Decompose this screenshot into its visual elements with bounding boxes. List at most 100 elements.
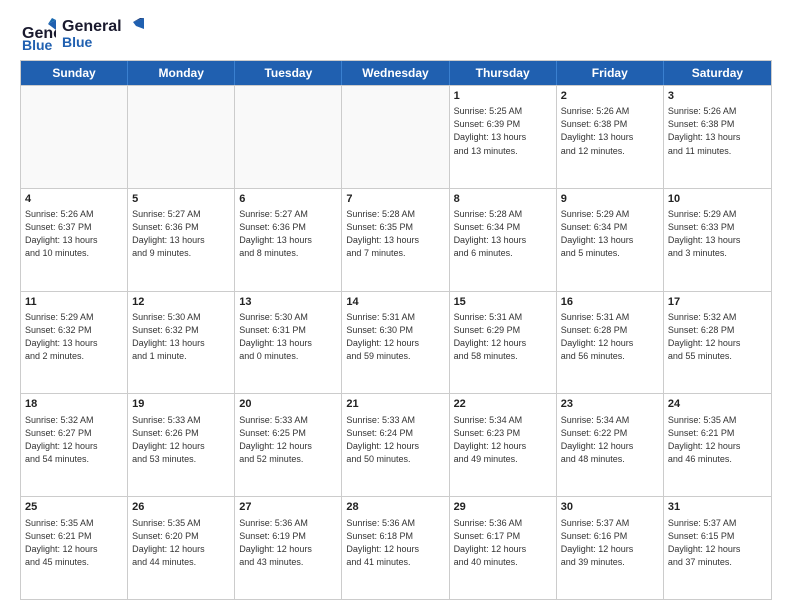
day-cell-24: 24 Sunrise: 5:35 AM Sunset: 6:21 PM Dayli…	[664, 394, 771, 496]
day-cell-17: 17Sunrise: 5:32 AM Sunset: 6:28 PM Dayli…	[664, 292, 771, 394]
cell-info: Sunrise: 5:35 AM Sunset: 6:20 PM Dayligh…	[132, 517, 230, 569]
empty-cell	[128, 86, 235, 188]
day-number: 24	[668, 397, 767, 412]
day-cell-1: 1Sunrise: 5:25 AM Sunset: 6:39 PM Daylig…	[450, 86, 557, 188]
cell-info: Sunrise: 5:36 AM Sunset: 6:18 PM Dayligh…	[346, 517, 444, 569]
day-number: 29	[454, 500, 552, 515]
cell-info: Sunrise: 5:34 AM Sunset: 6:22 PM Dayligh…	[561, 414, 659, 466]
cell-info: Sunrise: 5:31 AM Sunset: 6:29 PM Dayligh…	[454, 311, 552, 363]
day-number: 13	[239, 295, 337, 310]
day-cell-19: 19Sunrise: 5:33 AM Sunset: 6:26 PM Dayli…	[128, 394, 235, 496]
day-number: 5	[132, 192, 230, 207]
day-number: 19	[132, 397, 230, 412]
day-cell-29: 29 Sunrise: 5:36 AM Sunset: 6:17 PM Dayli…	[450, 497, 557, 599]
weekday-header-thursday: Thursday	[450, 61, 557, 85]
cell-info: Sunrise: 5:35 AM Sunset: 6:21 PM Dayligh…	[668, 414, 767, 466]
day-number: 31	[668, 500, 767, 515]
day-cell-20: 20 Sunrise: 5:33 AM Sunset: 6:25 PM Dayli…	[235, 394, 342, 496]
cell-info: Sunrise: 5:36 AM Sunset: 6:19 PM Dayligh…	[239, 517, 337, 569]
cell-info: Sunrise: 5:27 AM Sunset: 6:36 PM Dayligh…	[239, 208, 337, 260]
weekday-header-sunday: Sunday	[21, 61, 128, 85]
cell-info: Sunrise: 5:35 AM Sunset: 6:21 PM Dayligh…	[25, 517, 123, 569]
day-number: 30	[561, 500, 659, 515]
day-cell-25: 25 Sunrise: 5:35 AM Sunset: 6:21 PM Dayli…	[21, 497, 128, 599]
cell-info: Sunrise: 5:31 AM Sunset: 6:28 PM Dayligh…	[561, 311, 659, 363]
week-row-5: 25 Sunrise: 5:35 AM Sunset: 6:21 PM Dayli…	[21, 496, 771, 599]
day-number: 21	[346, 397, 444, 412]
cell-info: Sunrise: 5:36 AM Sunset: 6:17 PM Dayligh…	[454, 517, 552, 569]
weekday-header-monday: Monday	[128, 61, 235, 85]
day-cell-5: 5Sunrise: 5:27 AM Sunset: 6:36 PM Daylig…	[128, 189, 235, 291]
day-number: 4	[25, 192, 123, 207]
calendar-header: SundayMondayTuesdayWednesdayThursdayFrid…	[21, 61, 771, 85]
day-number: 27	[239, 500, 337, 515]
empty-cell	[235, 86, 342, 188]
day-cell-4: 4Sunrise: 5:26 AM Sunset: 6:37 PM Daylig…	[21, 189, 128, 291]
empty-cell	[21, 86, 128, 188]
day-cell-23: 23 Sunrise: 5:34 AM Sunset: 6:22 PM Dayli…	[557, 394, 664, 496]
cell-info: Sunrise: 5:37 AM Sunset: 6:15 PM Dayligh…	[668, 517, 767, 569]
cell-info: Sunrise: 5:33 AM Sunset: 6:24 PM Dayligh…	[346, 414, 444, 466]
calendar-body: 1Sunrise: 5:25 AM Sunset: 6:39 PM Daylig…	[21, 85, 771, 599]
week-row-1: 1Sunrise: 5:25 AM Sunset: 6:39 PM Daylig…	[21, 85, 771, 188]
cell-info: Sunrise: 5:26 AM Sunset: 6:37 PM Dayligh…	[25, 208, 123, 260]
logo-blue: Blue	[62, 35, 122, 50]
day-number: 26	[132, 500, 230, 515]
logo-general: General	[62, 18, 122, 36]
weekday-header-wednesday: Wednesday	[342, 61, 449, 85]
day-number: 2	[561, 89, 659, 104]
svg-text:Blue: Blue	[22, 37, 53, 52]
day-cell-6: 6Sunrise: 5:27 AM Sunset: 6:36 PM Daylig…	[235, 189, 342, 291]
day-number: 20	[239, 397, 337, 412]
page: General Blue General Blue Sun	[0, 0, 792, 612]
day-cell-12: 12Sunrise: 5:30 AM Sunset: 6:32 PM Dayli…	[128, 292, 235, 394]
cell-info: Sunrise: 5:26 AM Sunset: 6:38 PM Dayligh…	[668, 105, 767, 157]
cell-info: Sunrise: 5:27 AM Sunset: 6:36 PM Dayligh…	[132, 208, 230, 260]
day-cell-10: 10Sunrise: 5:29 AM Sunset: 6:33 PM Dayli…	[664, 189, 771, 291]
logo-bird-icon	[122, 18, 144, 40]
day-number: 23	[561, 397, 659, 412]
weekday-header-saturday: Saturday	[664, 61, 771, 85]
day-number: 18	[25, 397, 123, 412]
cell-info: Sunrise: 5:32 AM Sunset: 6:27 PM Dayligh…	[25, 414, 123, 466]
day-number: 8	[454, 192, 552, 207]
day-number: 22	[454, 397, 552, 412]
cell-info: Sunrise: 5:32 AM Sunset: 6:28 PM Dayligh…	[668, 311, 767, 363]
day-number: 3	[668, 89, 767, 104]
day-cell-27: 27 Sunrise: 5:36 AM Sunset: 6:19 PM Dayli…	[235, 497, 342, 599]
logo-icon: General Blue	[20, 16, 56, 52]
cell-info: Sunrise: 5:28 AM Sunset: 6:34 PM Dayligh…	[454, 208, 552, 260]
cell-info: Sunrise: 5:30 AM Sunset: 6:32 PM Dayligh…	[132, 311, 230, 363]
day-cell-8: 8Sunrise: 5:28 AM Sunset: 6:34 PM Daylig…	[450, 189, 557, 291]
day-number: 7	[346, 192, 444, 207]
day-cell-15: 15Sunrise: 5:31 AM Sunset: 6:29 PM Dayli…	[450, 292, 557, 394]
day-cell-13: 13Sunrise: 5:30 AM Sunset: 6:31 PM Dayli…	[235, 292, 342, 394]
day-number: 10	[668, 192, 767, 207]
calendar: SundayMondayTuesdayWednesdayThursdayFrid…	[20, 60, 772, 600]
cell-info: Sunrise: 5:29 AM Sunset: 6:32 PM Dayligh…	[25, 311, 123, 363]
cell-info: Sunrise: 5:37 AM Sunset: 6:16 PM Dayligh…	[561, 517, 659, 569]
day-cell-7: 7Sunrise: 5:28 AM Sunset: 6:35 PM Daylig…	[342, 189, 449, 291]
day-number: 1	[454, 89, 552, 104]
day-cell-16: 16Sunrise: 5:31 AM Sunset: 6:28 PM Dayli…	[557, 292, 664, 394]
cell-info: Sunrise: 5:30 AM Sunset: 6:31 PM Dayligh…	[239, 311, 337, 363]
day-cell-11: 11Sunrise: 5:29 AM Sunset: 6:32 PM Dayli…	[21, 292, 128, 394]
logo: General Blue General Blue	[20, 16, 144, 52]
day-cell-31: 31 Sunrise: 5:37 AM Sunset: 6:15 PM Dayli…	[664, 497, 771, 599]
cell-info: Sunrise: 5:34 AM Sunset: 6:23 PM Dayligh…	[454, 414, 552, 466]
header: General Blue General Blue	[20, 16, 772, 52]
day-cell-21: 21 Sunrise: 5:33 AM Sunset: 6:24 PM Dayli…	[342, 394, 449, 496]
cell-info: Sunrise: 5:29 AM Sunset: 6:33 PM Dayligh…	[668, 208, 767, 260]
day-cell-3: 3Sunrise: 5:26 AM Sunset: 6:38 PM Daylig…	[664, 86, 771, 188]
day-number: 11	[25, 295, 123, 310]
day-cell-28: 28Sunrise: 5:36 AM Sunset: 6:18 PM Dayli…	[342, 497, 449, 599]
week-row-3: 11Sunrise: 5:29 AM Sunset: 6:32 PM Dayli…	[21, 291, 771, 394]
day-number: 17	[668, 295, 767, 310]
day-number: 25	[25, 500, 123, 515]
day-number: 6	[239, 192, 337, 207]
cell-info: Sunrise: 5:33 AM Sunset: 6:25 PM Dayligh…	[239, 414, 337, 466]
day-number: 9	[561, 192, 659, 207]
day-number: 16	[561, 295, 659, 310]
day-number: 12	[132, 295, 230, 310]
cell-info: Sunrise: 5:25 AM Sunset: 6:39 PM Dayligh…	[454, 105, 552, 157]
